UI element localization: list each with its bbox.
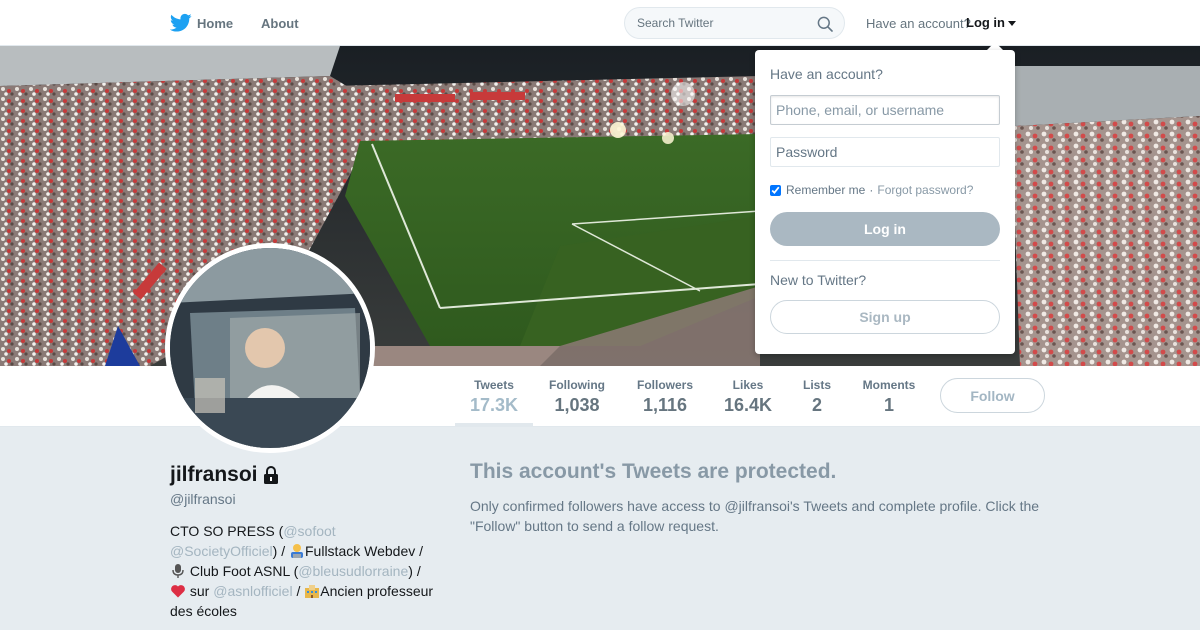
search-box xyxy=(624,7,845,39)
stat-moments[interactable]: Moments 1 xyxy=(858,378,920,416)
remember-me-checkbox[interactable] xyxy=(770,184,781,196)
stat-value: 1,116 xyxy=(642,395,688,415)
bio-text: Club Foot ASNL ( xyxy=(186,563,299,579)
avatar[interactable] xyxy=(165,243,375,453)
bio-text: / xyxy=(292,583,305,599)
red-heart-emoji-icon xyxy=(171,585,185,598)
have-account-text: Have an account? xyxy=(866,16,971,31)
top-nav: Home About Have an account? Log in xyxy=(0,0,1200,46)
mention-link[interactable]: @bleusudlorraine xyxy=(298,563,408,579)
mention-link[interactable]: @SocietyOfficiel xyxy=(170,543,273,559)
mention-link[interactable]: @asnlofficiel xyxy=(213,583,292,599)
profile-handle[interactable]: @jilfransoi xyxy=(170,491,236,507)
bio-text: Fullstack Webdev / xyxy=(305,543,424,559)
stat-label: Moments xyxy=(862,378,916,392)
microphone-emoji-icon xyxy=(172,564,184,578)
signup-button[interactable]: Sign up xyxy=(770,300,1000,334)
school-emoji-icon xyxy=(305,585,320,598)
password-input[interactable] xyxy=(770,137,1000,167)
stat-label: Tweets xyxy=(474,378,514,392)
login-dropdown-toggle[interactable]: Log in xyxy=(966,15,1005,30)
protected-description: Only confirmed followers have access to … xyxy=(470,498,1040,534)
stat-tweets[interactable]: Tweets 17.3K xyxy=(465,378,523,416)
divider xyxy=(770,260,1000,261)
follow-button[interactable]: Follow xyxy=(940,378,1045,413)
bio-text: sur xyxy=(186,583,214,599)
dropdown-title: Have an account? xyxy=(770,66,883,82)
stat-followers[interactable]: Followers 1,116 xyxy=(634,378,696,416)
twitter-bird-icon[interactable] xyxy=(170,13,192,33)
protected-title: This account's Tweets are protected. xyxy=(470,460,837,483)
remember-me-row: Remember me · Forgot password? xyxy=(770,183,973,197)
stat-label: Following xyxy=(549,378,605,392)
mention-link[interactable]: @sofoot xyxy=(283,523,335,539)
stat-following[interactable]: Following 1,038 xyxy=(546,378,608,416)
stat-label: Likes xyxy=(732,378,764,392)
bio-text: ) / xyxy=(272,543,289,559)
bio-text: CTO SO PRESS ( xyxy=(170,523,284,539)
profile-bio: CTO SO PRESS (@sofoot @SocietyOfficiel) … xyxy=(170,521,440,621)
bio-text: ) / xyxy=(408,563,421,579)
nav-home-link[interactable]: Home xyxy=(197,16,233,31)
profile-name[interactable]: jilfransoi xyxy=(170,463,258,487)
forgot-password-link[interactable]: Forgot password? xyxy=(877,183,973,197)
avatar-image xyxy=(170,248,370,448)
stat-value: 1 xyxy=(883,395,894,415)
stat-lists[interactable]: Lists 2 xyxy=(800,378,834,416)
stat-label: Followers xyxy=(636,378,693,392)
search-input[interactable] xyxy=(637,8,817,38)
stat-value: 1,038 xyxy=(554,395,600,415)
active-tab-indicator xyxy=(455,423,533,427)
separator: · xyxy=(869,183,874,197)
stat-likes[interactable]: Likes 16.4K xyxy=(722,378,774,416)
stat-value: 17.3K xyxy=(469,395,519,415)
chevron-down-icon[interactable] xyxy=(1008,21,1016,26)
lock-icon xyxy=(264,466,278,484)
new-to-twitter-text: New to Twitter? xyxy=(770,272,867,288)
stat-label: Lists xyxy=(802,378,831,392)
login-button[interactable]: Log in xyxy=(770,212,1000,246)
username-input[interactable] xyxy=(770,95,1000,125)
stat-value: 16.4K xyxy=(723,395,773,415)
developer-emoji-icon xyxy=(291,544,303,558)
nav-about-link[interactable]: About xyxy=(261,16,299,31)
search-icon[interactable] xyxy=(817,16,833,32)
remember-me-label[interactable]: Remember me xyxy=(786,183,865,197)
login-dropdown: Have an account? Remember me · Forgot pa… xyxy=(755,50,1015,354)
stat-value: 2 xyxy=(811,395,822,415)
